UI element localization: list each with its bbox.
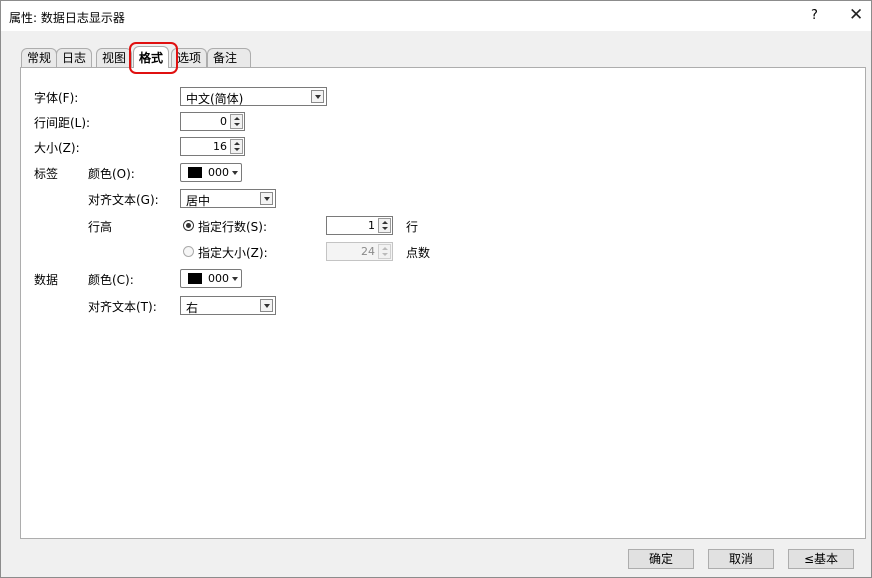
data-section-heading: 数据: [34, 273, 59, 287]
line-spacing-spinner[interactable]: 0: [180, 112, 245, 131]
line-spacing-value: 0: [220, 115, 227, 128]
label-color-picker[interactable]: 000: [180, 163, 242, 182]
chevron-down-icon: [232, 277, 238, 281]
row-height-label: 行高: [88, 220, 113, 234]
color-swatch: [188, 167, 202, 178]
label-align-value: 居中: [186, 194, 211, 208]
size-value: 16: [213, 140, 227, 153]
window-title: 属性: 数据日志显示器: [9, 11, 125, 25]
label-section-heading: 标签: [34, 167, 59, 181]
specify-rows-radio[interactable]: [183, 220, 194, 231]
ok-button[interactable]: 确定: [628, 549, 694, 569]
line-spacing-label: 行间距(L):: [34, 116, 91, 130]
size-unit: 点数: [406, 246, 431, 260]
specify-size-label[interactable]: 指定大小(Z):: [198, 244, 268, 261]
specify-size-value: 24: [361, 245, 375, 258]
specify-rows-spinner[interactable]: 1: [326, 216, 393, 235]
color-swatch: [188, 273, 202, 284]
title-bar: 属性: 数据日志显示器 ? ✕: [1, 1, 871, 31]
data-align-value: 右: [186, 301, 199, 315]
font-label: 字体(F):: [34, 91, 79, 105]
chevron-down-icon: [260, 299, 273, 312]
size-spinner[interactable]: 16: [180, 137, 245, 156]
tab-log[interactable]: 日志: [56, 48, 93, 68]
tab-notes[interactable]: 备注: [207, 48, 251, 68]
label-align-label: 对齐文本(G):: [88, 193, 159, 207]
label-color-value: 000: [208, 166, 229, 179]
data-color-value: 000: [208, 272, 229, 285]
spinner-arrows-icon[interactable]: [378, 218, 391, 233]
chevron-down-icon: [232, 171, 238, 175]
size-label: 大小(Z):: [34, 141, 80, 155]
chevron-down-icon: [311, 90, 324, 103]
tab-general[interactable]: 常规: [21, 48, 58, 68]
specify-size-spinner: 24: [326, 242, 393, 261]
data-align-select[interactable]: 右: [180, 296, 276, 315]
cancel-button[interactable]: 取消: [708, 549, 774, 569]
label-align-select[interactable]: 居中: [180, 189, 276, 208]
help-button[interactable]: ?: [811, 8, 818, 23]
tab-view[interactable]: 视图: [96, 48, 133, 68]
label-color-label: 颜色(O):: [88, 167, 135, 181]
rows-unit: 行: [406, 220, 419, 234]
spinner-arrows-icon[interactable]: [230, 139, 243, 154]
data-color-label: 颜色(C):: [88, 273, 134, 287]
specify-rows-value: 1: [368, 219, 375, 232]
font-select-value: 中文(简体): [186, 92, 244, 106]
spinner-arrows-icon[interactable]: [230, 114, 243, 129]
data-align-label: 对齐文本(T):: [88, 300, 157, 314]
close-icon[interactable]: ✕: [849, 5, 863, 25]
format-tab-highlight: [129, 42, 178, 74]
data-color-picker[interactable]: 000: [180, 269, 242, 288]
chevron-down-icon: [260, 192, 273, 205]
font-select[interactable]: 中文(简体): [180, 87, 327, 106]
basic-button[interactable]: ≤基本: [788, 549, 854, 569]
specify-rows-label[interactable]: 指定行数(S):: [198, 218, 267, 235]
spinner-arrows-icon: [378, 244, 391, 259]
specify-size-radio[interactable]: [183, 246, 194, 257]
